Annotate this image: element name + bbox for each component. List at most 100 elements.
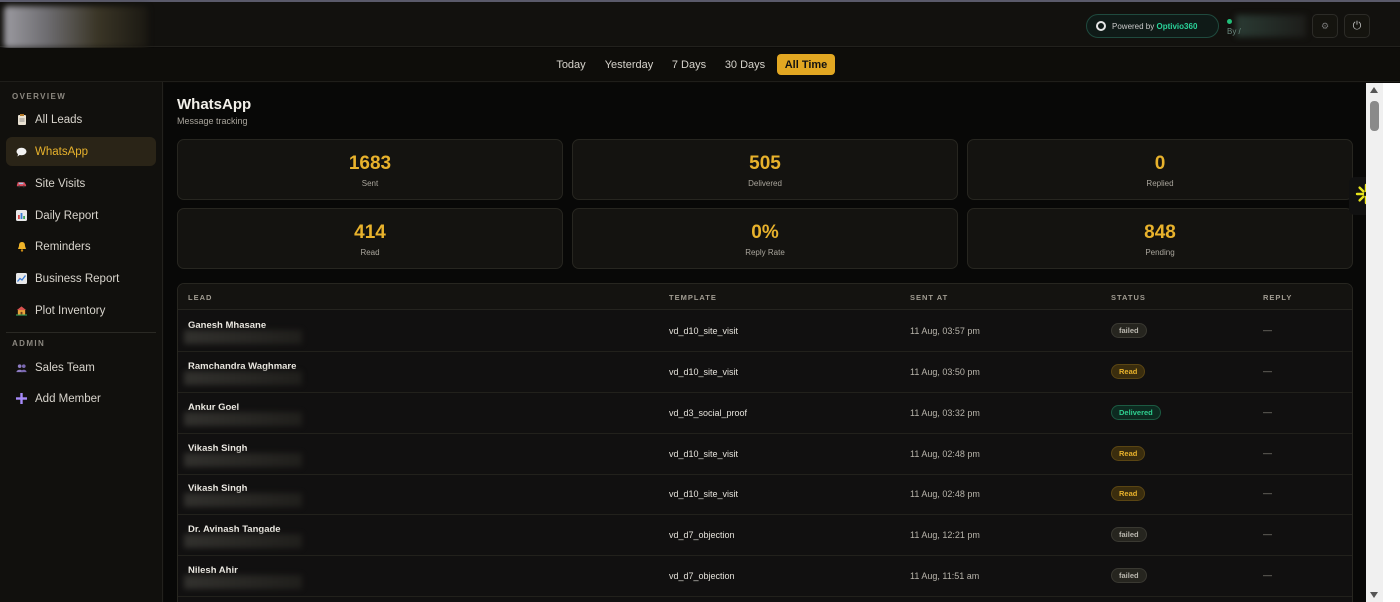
status-badge: failed [1111,527,1147,542]
car-icon [16,178,27,189]
range-30-days[interactable]: 30 Days [721,54,769,75]
sidebar-item-label: Sales Team [35,361,95,374]
sidebar-item-label: Plot Inventory [35,304,106,317]
table-row[interactable]: Ramchandra Waghmare vd_d10_site_visit 11… [178,352,1352,393]
lead-phone-blurred [184,412,302,426]
messages-table: LEAD TEMPLATE SENT AT STATUS REPLY Ganes… [177,283,1353,602]
table-row[interactable]: Ankur Goel vd_d3_social_proof 11 Aug, 03… [178,393,1352,434]
column-header-reply: REPLY [1263,293,1293,302]
sent-at: 11 Aug, 03:57 pm [910,326,980,336]
sidebar-item-site-visits[interactable]: Site Visits [6,169,156,198]
sent-at: 11 Aug, 03:32 pm [910,408,980,418]
chat-icon [16,146,27,157]
power-icon: ⏻ [1352,19,1362,32]
stat-card-replied: 0 Replied [967,139,1353,200]
reply-cell: — [1263,407,1272,417]
column-header-template: TEMPLATE [669,293,717,302]
status-badge: Read [1111,486,1146,501]
reply-cell: — [1263,366,1272,376]
sidebar-item-label: Daily Report [35,209,99,222]
template-name: vd_d7_objection [669,571,735,581]
range-7-days[interactable]: 7 Days [667,54,711,75]
reply-cell: — [1263,325,1272,335]
sent-at: 11 Aug, 12:21 pm [910,530,980,540]
status-badge: Delivered [1111,405,1161,420]
reply-cell: — [1263,488,1272,498]
sidebar-item-whatsapp[interactable]: WhatsApp [6,137,156,166]
overview-section-label: OVERVIEW [12,92,67,101]
stat-label: Delivered [748,179,782,188]
stat-label: Read [360,248,380,257]
template-name: vd_d10_site_visit [669,326,739,336]
reply-cell: — [1263,570,1272,580]
stat-label: Replied [1146,179,1174,188]
column-header-sent-at: SENT AT [910,293,949,302]
logout-button[interactable]: ⏻ [1344,14,1370,38]
range-yesterday[interactable]: Yesterday [601,54,657,75]
lead-phone-blurred [184,493,302,507]
sidebar-item-label: Site Visits [35,177,86,190]
table-row[interactable]: Vikash Singh vd_d10_site_visit 11 Aug, 0… [178,434,1352,475]
powered-by-badge: Powered by Optivio360 [1086,14,1219,38]
stat-value: 0% [751,222,779,243]
sent-at: 11 Aug, 02:48 pm [910,489,980,499]
stat-label: Pending [1145,248,1175,257]
sidebar-item-reminders[interactable]: Reminders [6,232,156,261]
settings-icon: ⚙ [1320,20,1330,31]
template-name: vd_d10_site_visit [669,367,739,377]
settings-button[interactable]: ⚙ [1312,14,1338,38]
stat-value: 0 [1154,153,1166,174]
window-edge [1383,83,1400,602]
lead-phone-blurred [184,575,302,589]
lead-phone-blurred [184,453,302,467]
template-name: vd_d10_site_visit [669,489,739,499]
lead-phone-blurred [184,330,302,344]
line-chart-icon [16,273,27,284]
stat-label: Sent [361,179,379,188]
stat-label: Reply Rate [745,248,785,257]
stat-card-pending: 848 Pending [967,208,1353,269]
column-header-status: STATUS [1111,293,1146,302]
reply-cell: — [1263,448,1272,458]
sidebar-item-business-report[interactable]: Business Report [6,264,156,293]
table-row[interactable]: Nilesh Ahir vd_d7_objection 11 Aug, 11:5… [178,556,1352,597]
range-all-time[interactable]: All Time [777,54,835,75]
page-subtitle: Message tracking [177,116,248,126]
powered-text: Powered by Optivio360 [1112,21,1198,31]
sidebar-item-daily-report[interactable]: Daily Report [6,201,156,230]
template-name: vd_d3_social_proof [669,408,748,418]
sidebar-item-sales-team[interactable]: Sales Team [6,353,156,382]
sidebar-item-all-leads[interactable]: All Leads [6,105,156,134]
stat-card-read: 414 Read [177,208,563,269]
table-header: LEAD TEMPLATE SENT AT STATUS REPLY [178,284,1352,310]
sidebar-item-add-member[interactable]: Add Member [6,384,156,413]
live-status-dot [1227,19,1232,24]
people-icon [16,362,27,373]
status-badge: failed [1111,568,1147,583]
clipboard-icon [16,114,27,125]
scrollbar-thumb[interactable] [1370,101,1379,131]
template-name: vd_d7_objection [669,530,735,540]
status-badge: failed [1111,323,1147,338]
table-row[interactable]: Vikash Singh vd_d10_site_visit 11 Aug, 0… [178,474,1352,515]
sidebar: OVERVIEW All Leads WhatsApp Site Visits … [0,82,163,602]
scroll-up-arrow-icon[interactable] [1370,87,1378,93]
user-by-label: By / [1227,27,1241,36]
range-today[interactable]: Today [551,54,591,75]
lead-phone-blurred [184,371,302,385]
page-title: WhatsApp [177,96,252,113]
table-row[interactable]: Dr. Avinash Tangade vd_d7_objection 11 A… [178,515,1352,556]
main-content: WhatsApp Message tracking 1683 Sent 505 … [164,83,1366,602]
brand-logo [4,6,148,48]
admin-section-label: ADMIN [12,339,46,348]
table-row[interactable]: Ganesh Mhasane vd_d10_site_visit 11 Aug,… [178,311,1352,352]
stat-value: 505 [749,153,781,174]
plus-icon [16,393,27,404]
vertical-scrollbar[interactable] [1366,83,1383,602]
template-name: vd_d10_site_visit [669,449,739,459]
bell-icon [16,241,27,252]
date-range-bar: Today Yesterday 7 Days 30 Days All Time [0,48,1400,82]
scroll-down-arrow-icon[interactable] [1370,592,1378,598]
reply-cell: — [1263,529,1272,539]
sidebar-item-plot-inventory[interactable]: Plot Inventory [6,296,156,325]
